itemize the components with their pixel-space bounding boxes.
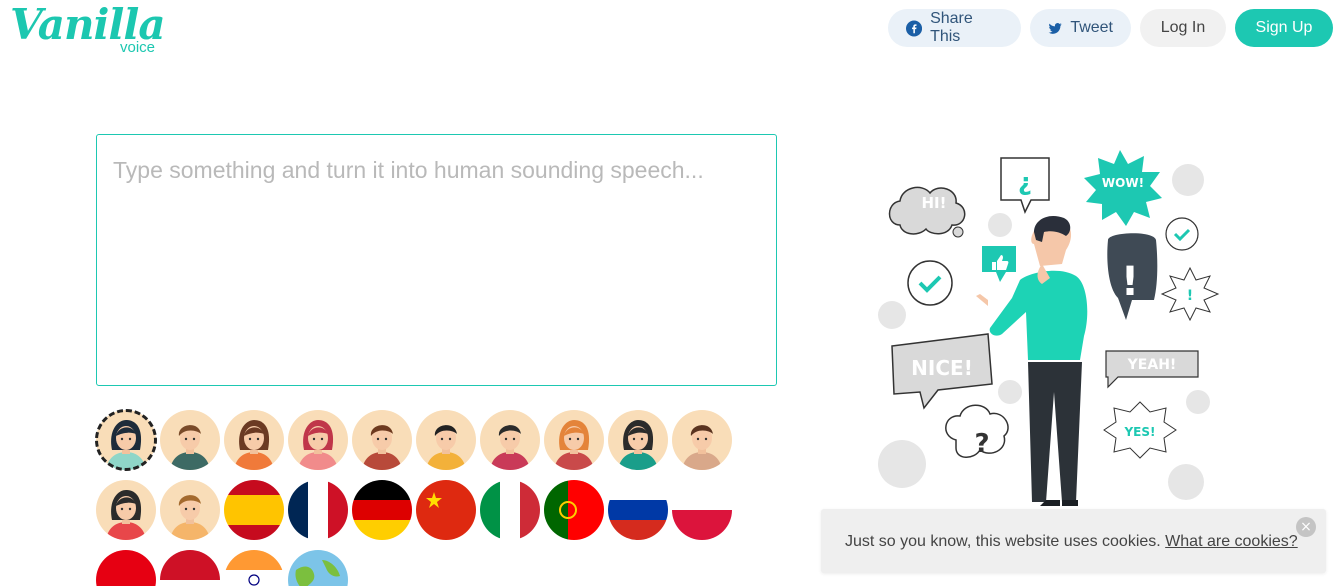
germany-flag-icon xyxy=(352,480,412,540)
tweet-label: Tweet xyxy=(1070,19,1113,36)
woman-avatar-icon xyxy=(608,410,668,470)
login-button[interactable]: Log In xyxy=(1140,9,1226,47)
spain-flag-icon xyxy=(224,480,284,540)
header-nav: Share This Tweet Log In Sign Up xyxy=(888,9,1333,47)
man-avatar-icon xyxy=(160,410,220,470)
japan-flag-icon xyxy=(96,550,156,586)
share-label: Share This xyxy=(930,10,973,45)
logo-subtitle: voice xyxy=(120,39,156,56)
voice-option[interactable] xyxy=(352,480,412,540)
russia-flag-icon xyxy=(608,480,668,540)
voice-option[interactable] xyxy=(224,480,284,540)
man-avatar-icon xyxy=(352,410,412,470)
yeah-bubble: YEAH! xyxy=(1127,357,1177,373)
woman-avatar-icon xyxy=(224,410,284,470)
voice-option[interactable] xyxy=(480,410,540,470)
share-button[interactable]: Share This xyxy=(888,9,1021,47)
voice-option[interactable] xyxy=(416,410,476,470)
man-avatar-icon xyxy=(416,410,476,470)
twitter-icon xyxy=(1048,22,1062,34)
voice-option[interactable] xyxy=(96,550,156,586)
nice-bubble: NICE! xyxy=(911,356,973,380)
voice-option[interactable] xyxy=(160,410,220,470)
logo[interactable]: Vanilla voice xyxy=(10,0,170,58)
voice-option[interactable] xyxy=(352,410,412,470)
voice-option[interactable] xyxy=(224,410,284,470)
man-avatar-icon xyxy=(480,410,540,470)
france-flag-icon xyxy=(288,480,348,540)
voice-option[interactable] xyxy=(160,480,220,540)
woman-avatar-icon xyxy=(96,410,156,470)
voice-option[interactable] xyxy=(416,480,476,540)
voice-option[interactable] xyxy=(288,410,348,470)
poland-flag-icon xyxy=(672,480,732,540)
wow-bubble: WOW! xyxy=(1102,176,1144,190)
voice-option[interactable] xyxy=(288,550,348,586)
voice-option[interactable] xyxy=(544,410,604,470)
cookie-message: Just so you know, this website uses cook… xyxy=(845,533,1298,551)
italy-flag-icon xyxy=(480,480,540,540)
portugal-flag-icon xyxy=(544,480,604,540)
woman-avatar-icon xyxy=(288,410,348,470)
signup-button[interactable]: Sign Up xyxy=(1235,9,1333,47)
question-bubble: ? xyxy=(974,429,989,459)
woman-avatar-icon xyxy=(96,480,156,540)
voice-option[interactable] xyxy=(608,480,668,540)
what-are-cookies-link[interactable]: What are cookies? xyxy=(1165,533,1298,550)
voice-option[interactable] xyxy=(672,410,732,470)
voice-option[interactable] xyxy=(224,550,284,586)
india-flag-icon xyxy=(224,550,284,586)
cookie-text: Just so you know, this website uses cook… xyxy=(845,533,1161,550)
voice-option[interactable] xyxy=(160,550,220,586)
voice-option[interactable] xyxy=(288,480,348,540)
voice-option[interactable] xyxy=(95,409,157,471)
voice-option[interactable] xyxy=(544,480,604,540)
woman-avatar-icon xyxy=(544,410,604,470)
voice-option[interactable] xyxy=(608,410,668,470)
facebook-icon xyxy=(906,19,923,37)
china-flag-icon xyxy=(416,480,476,540)
man-avatar-icon xyxy=(160,480,220,540)
voice-option[interactable] xyxy=(672,480,732,540)
thinking-man-illustration: HI! ¿ WOW! ! ! NICE! YEAH! ? YES! xyxy=(878,150,1220,506)
hi-bubble: HI! xyxy=(922,194,947,212)
yes-bubble: YES! xyxy=(1123,425,1155,439)
inverted-question-bubble: ¿ xyxy=(1018,168,1032,196)
globe-icon xyxy=(288,550,348,586)
svg-text:!: ! xyxy=(1187,288,1193,304)
tweet-button[interactable]: Tweet xyxy=(1030,9,1131,47)
man-avatar-icon xyxy=(672,410,732,470)
voice-option[interactable] xyxy=(96,480,156,540)
voice-option[interactable] xyxy=(480,480,540,540)
cookie-close-button[interactable]: × xyxy=(1296,517,1316,537)
exclamation-bubble: ! xyxy=(1121,259,1139,305)
indonesia-flag-icon xyxy=(160,550,220,586)
cookie-banner: Just so you know, this website uses cook… xyxy=(821,509,1326,573)
speech-text-input[interactable] xyxy=(96,134,777,386)
